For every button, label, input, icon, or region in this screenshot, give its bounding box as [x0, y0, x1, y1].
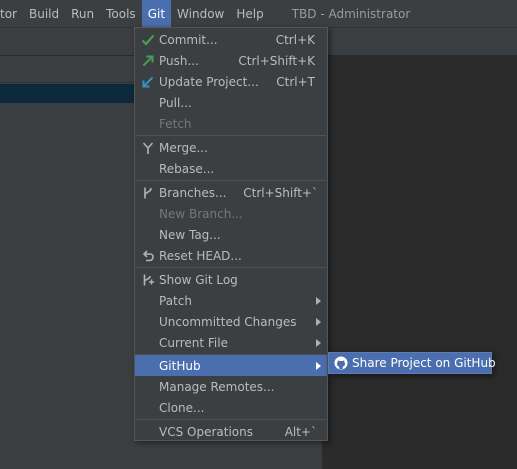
menu-item-shortcut: Ctrl+K [275, 32, 315, 47]
menu-item-label: Merge... [159, 140, 208, 155]
check-icon [141, 33, 155, 47]
window-title: TBD - Administrator [291, 6, 411, 21]
github-icon [334, 356, 348, 370]
menu-item-label: Update Project... [159, 74, 259, 89]
reset-icon [141, 249, 155, 263]
menu-item-clone[interactable]: Clone... [135, 397, 327, 418]
github-submenu: Share Project on GitHub [328, 352, 496, 374]
menu-item-uncommitted-changes[interactable]: Uncommitted Changes [135, 311, 327, 332]
menu-item-label: New Tag... [159, 227, 221, 242]
menu-item-current-file[interactable]: Current File [135, 332, 327, 353]
menu-item-label: Uncommitted Changes [159, 314, 297, 329]
menu-item-fetch: Fetch [135, 113, 327, 134]
menu-build[interactable]: Build [23, 0, 65, 27]
menu-item-manage-remotes[interactable]: Manage Remotes... [135, 376, 327, 397]
menu-item-pull[interactable]: Pull... [135, 92, 327, 113]
menu-separator [136, 135, 326, 136]
menu-item-branches[interactable]: Branches... Ctrl+Shift+` [135, 182, 327, 203]
menu-run[interactable]: Run [65, 0, 100, 27]
menu-item-label: Push... [159, 53, 199, 68]
git-menu: Commit... Ctrl+K Push... Ctrl+Shift+K Up… [134, 27, 328, 441]
menu-item-merge[interactable]: Merge... [135, 137, 327, 158]
menu-item-shortcut: Ctrl+Shift+` [243, 185, 318, 200]
menu-help[interactable]: Help [230, 0, 269, 27]
menu-bar: tor Build Run Tools Git Window Help TBD … [0, 0, 517, 27]
menu-item-reset-head[interactable]: Reset HEAD... [135, 245, 327, 266]
menu-tools[interactable]: Tools [100, 0, 142, 27]
menu-item-new-tag[interactable]: New Tag... [135, 224, 327, 245]
menu-item-label: Patch [159, 293, 192, 308]
menu-item-shortcut: Alt+` [284, 424, 317, 439]
menu-item-share-on-github[interactable]: Share Project on GitHub [329, 353, 496, 373]
menu-item-label: Pull... [159, 95, 192, 110]
menu-item-push[interactable]: Push... Ctrl+Shift+K [135, 50, 327, 71]
menu-separator [136, 180, 326, 181]
menu-item-github[interactable]: GitHub [135, 355, 327, 376]
menu-separator [136, 419, 326, 420]
menu-item-label: VCS Operations [159, 424, 253, 439]
menu-item-label: Show Git Log [159, 272, 238, 287]
menu-item-update-project[interactable]: Update Project... Ctrl+T [135, 71, 327, 92]
menu-item-label: New Branch... [159, 206, 243, 221]
menu-item-label: Reset HEAD... [159, 248, 242, 263]
submenu-arrow-icon [316, 361, 321, 370]
menu-git[interactable]: Git [141, 0, 172, 27]
menu-item-patch[interactable]: Patch [135, 290, 327, 311]
menu-editor-partial[interactable]: tor [0, 0, 23, 27]
update-arrow-icon [141, 75, 155, 89]
menu-item-label: Current File [159, 335, 228, 350]
menu-window[interactable]: Window [171, 0, 230, 27]
git-log-icon [141, 273, 155, 287]
branch-icon [141, 186, 155, 200]
submenu-arrow-icon [316, 296, 321, 305]
menu-item-rebase[interactable]: Rebase... [135, 158, 327, 179]
menu-item-label: Clone... [159, 400, 205, 415]
menu-item-commit[interactable]: Commit... Ctrl+K [135, 29, 327, 50]
menu-item-vcs-operations[interactable]: VCS Operations Alt+` [135, 421, 327, 442]
menu-item-label: Branches... [159, 185, 227, 200]
menu-item-new-branch: New Branch... [135, 203, 327, 224]
menu-item-label: Manage Remotes... [159, 379, 275, 394]
menu-item-label: Rebase... [159, 161, 215, 176]
menu-item-label: GitHub [159, 358, 201, 373]
share-on-github-label: Share Project on GitHub [352, 356, 496, 370]
menu-separator [136, 267, 326, 268]
selected-tree-row[interactable] [0, 84, 134, 103]
merge-icon [141, 141, 155, 155]
menu-item-shortcut: Ctrl+Shift+K [238, 53, 315, 68]
menu-item-shortcut: Ctrl+T [276, 74, 315, 89]
push-arrow-icon [141, 54, 155, 68]
editor-area [322, 56, 517, 469]
menu-item-label: Fetch [159, 116, 192, 131]
submenu-arrow-icon [316, 338, 321, 347]
submenu-arrow-icon [316, 317, 321, 326]
menu-item-label: Commit... [159, 32, 218, 47]
menu-item-show-git-log[interactable]: Show Git Log [135, 269, 327, 290]
